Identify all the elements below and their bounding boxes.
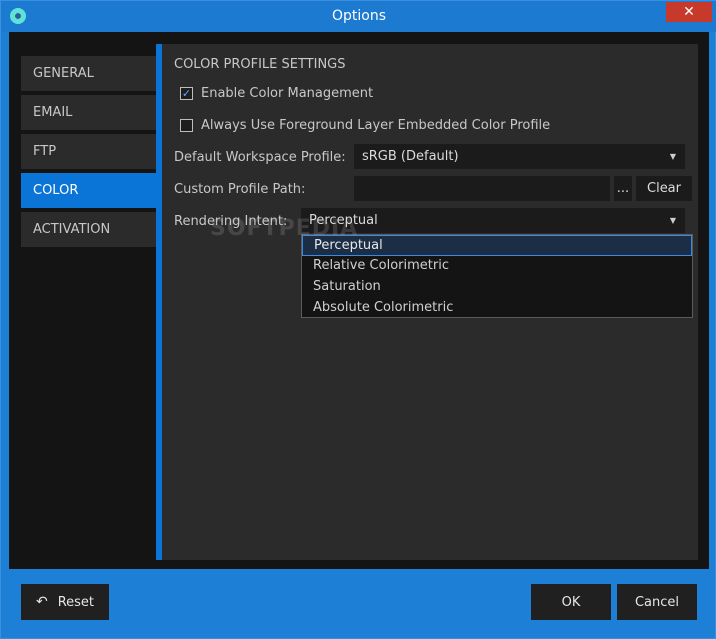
always-use-foreground-checkbox[interactable]: Always Use Foreground Layer Embedded Col… [180, 118, 550, 133]
chevron-down-icon: ▼ [669, 152, 676, 161]
reset-label: Reset [57, 594, 95, 610]
title-bar[interactable]: Options ✕ [1, 1, 716, 32]
enable-color-management-checkbox[interactable]: ✓ Enable Color Management [180, 86, 373, 101]
cancel-button[interactable]: Cancel [617, 584, 697, 620]
checkbox-unchecked[interactable] [180, 119, 193, 132]
sidebar-item-general[interactable]: GENERAL [21, 56, 156, 91]
sidebar-item-ftp[interactable]: FTP [21, 134, 156, 169]
rendering-intent-dropdown-list: Perceptual Relative Colorimetric Saturat… [301, 234, 693, 318]
default-workspace-profile-label: Default Workspace Profile: [174, 150, 346, 165]
checkbox-checked[interactable]: ✓ [180, 87, 193, 100]
sidebar-item-email[interactable]: EMAIL [21, 95, 156, 130]
checkbox-label: Always Use Foreground Layer Embedded Col… [201, 118, 551, 133]
close-icon: ✕ [683, 4, 695, 20]
sidebar-item-color[interactable]: COLOR [21, 173, 156, 208]
color-settings-panel: COLOR PROFILE SETTINGS ✓ Enable Color Ma… [162, 44, 698, 560]
dropdown-option-relative-colorimetric[interactable]: Relative Colorimetric [302, 256, 692, 277]
dropdown-option-absolute-colorimetric[interactable]: Absolute Colorimetric [302, 298, 692, 319]
options-window: Options ✕ GENERAL EMAIL FTP COLOR ACTIVA… [0, 0, 716, 639]
dropdown-option-saturation[interactable]: Saturation [302, 277, 692, 298]
custom-profile-path-input[interactable] [354, 176, 610, 201]
window-title: Options [331, 8, 387, 24]
reset-button[interactable]: ↶ Reset [21, 584, 109, 620]
rendering-intent-label: Rendering Intent: [174, 214, 288, 229]
chevron-down-icon: ▼ [669, 216, 676, 225]
select-value: Perceptual [309, 213, 378, 228]
clear-button[interactable]: Clear [636, 176, 692, 201]
dropdown-option-perceptual[interactable]: Perceptual [302, 235, 692, 256]
select-value: sRGB (Default) [362, 149, 459, 164]
ok-button[interactable]: OK [531, 584, 611, 620]
browse-button[interactable]: ... [614, 176, 632, 201]
default-workspace-profile-select[interactable]: sRGB (Default) ▼ [354, 144, 685, 169]
sidebar-item-activation[interactable]: ACTIVATION [21, 212, 156, 247]
custom-profile-path-label: Custom Profile Path: [174, 182, 306, 197]
rendering-intent-select[interactable]: Perceptual ▼ [301, 208, 685, 233]
sidebar: GENERAL EMAIL FTP COLOR ACTIVATION [21, 56, 156, 251]
client-area: GENERAL EMAIL FTP COLOR ACTIVATION COLOR… [9, 32, 709, 569]
undo-arrow-icon: ↶ [35, 594, 48, 610]
close-button[interactable]: ✕ [666, 2, 712, 22]
section-title: COLOR PROFILE SETTINGS [174, 57, 346, 72]
checkbox-label: Enable Color Management [201, 86, 374, 101]
